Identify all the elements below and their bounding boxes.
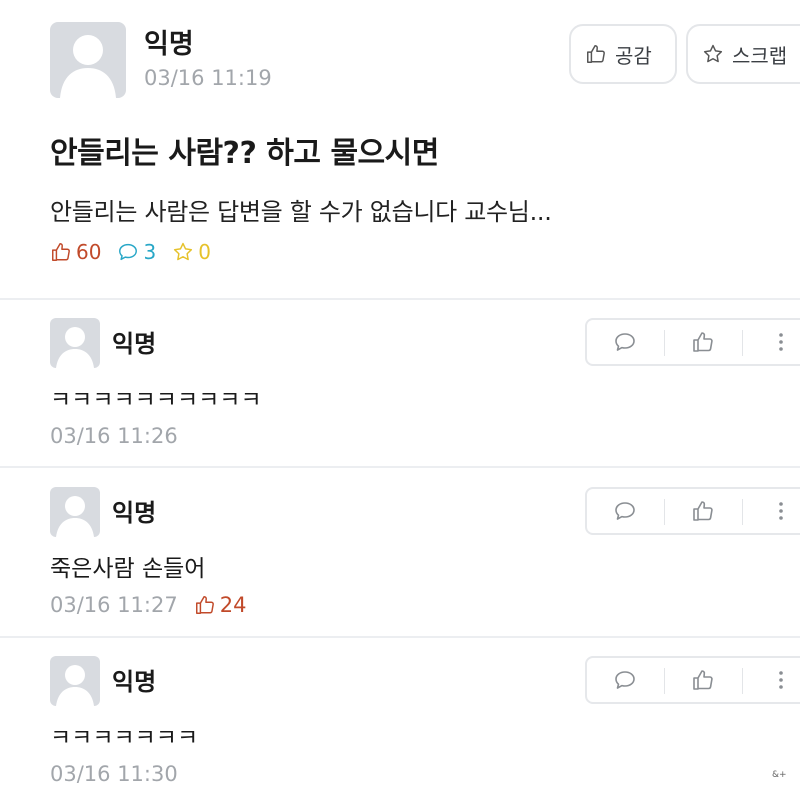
- divider: [0, 636, 800, 638]
- like-count: 60: [50, 240, 101, 264]
- more-options-button[interactable]: [743, 320, 800, 364]
- speech-bubble-icon: [615, 671, 635, 689]
- comment-like-button[interactable]: [665, 489, 741, 533]
- divider: [0, 298, 800, 300]
- comment-timestamp: 03/16 11:30: [50, 762, 178, 786]
- post-stats: 60 3 0: [50, 240, 227, 264]
- speech-bubble-icon: [615, 333, 635, 351]
- post-title: 안들리는 사람?? 하고 물으시면: [50, 136, 439, 171]
- speech-bubble-icon: [119, 243, 138, 261]
- thumbs-up-icon: [587, 45, 605, 63]
- user-silhouette-icon: [56, 496, 94, 537]
- vertical-ellipsis-icon: [779, 671, 783, 689]
- more-options-button[interactable]: [743, 489, 800, 533]
- thumbs-up-icon: [693, 501, 713, 521]
- comment-text: ㅋㅋㅋㅋㅋㅋㅋㅋㅋㅋ: [50, 387, 262, 413]
- reply-button[interactable]: [587, 320, 663, 364]
- like-button-label: 공감: [615, 43, 652, 68]
- like-button[interactable]: 공감: [569, 24, 677, 84]
- thumbs-up-icon: [195, 596, 214, 614]
- scrap-count-value: 0: [198, 240, 211, 264]
- scrap-button-label: 스크랩: [732, 43, 788, 68]
- vertical-ellipsis-icon: [779, 502, 783, 520]
- comment-actions: [585, 487, 800, 535]
- speech-bubble-icon: [615, 502, 635, 520]
- comment-timestamp: 03/16 11:27 24: [50, 593, 246, 617]
- star-icon: [174, 242, 193, 261]
- user-silhouette-icon: [56, 665, 94, 706]
- reply-button[interactable]: [587, 658, 663, 702]
- reply-button[interactable]: [587, 489, 663, 533]
- comment-time: 03/16 11:26: [50, 424, 178, 448]
- comment-count-value: 3: [143, 240, 157, 264]
- comment-text: ㅋㅋㅋㅋㅋㅋㅋ: [50, 725, 199, 751]
- post-author: 익명: [144, 29, 194, 60]
- comment-author-avatar: [50, 656, 100, 706]
- comment-text: 죽은사람 손들어: [50, 556, 206, 582]
- comment-author: 익명: [112, 330, 157, 358]
- thumbs-up-icon: [693, 670, 713, 690]
- like-count-value: 60: [76, 240, 102, 264]
- comment-author: 익명: [112, 668, 157, 696]
- thumbs-up-icon: [693, 332, 713, 352]
- scrap-button[interactable]: 스크랩: [686, 24, 800, 84]
- comment-time: 03/16 11:27: [50, 593, 178, 617]
- post-timestamp: 03/16 11:19: [144, 66, 272, 90]
- comment-like-count: 24: [194, 593, 247, 617]
- user-silhouette-icon: [60, 35, 116, 98]
- comment-actions: [585, 656, 800, 704]
- user-silhouette-icon: [56, 327, 94, 368]
- scrap-count: 0: [172, 240, 211, 264]
- comment-author: 익명: [112, 499, 157, 527]
- more-options-button[interactable]: [743, 658, 800, 702]
- post-body: 안들리는 사람은 답변을 할 수가 없습니다 교수님...: [50, 198, 552, 226]
- vertical-ellipsis-icon: [779, 333, 783, 351]
- comment-author-avatar: [50, 487, 100, 537]
- comment-count: 3: [117, 240, 156, 264]
- comment-actions: [585, 318, 800, 366]
- comment-time: 03/16 11:30: [50, 762, 178, 786]
- comment-like-button[interactable]: [665, 658, 741, 702]
- divider: [0, 466, 800, 468]
- comment-author-avatar: [50, 318, 100, 368]
- comment-timestamp: 03/16 11:26: [50, 424, 178, 448]
- comment-like-count-value: 24: [219, 593, 247, 617]
- star-icon: [703, 44, 723, 63]
- watermark: &+: [772, 770, 787, 780]
- post-author-avatar: [50, 22, 126, 98]
- comment-like-button[interactable]: [665, 320, 741, 364]
- thumbs-up-icon: [52, 243, 70, 261]
